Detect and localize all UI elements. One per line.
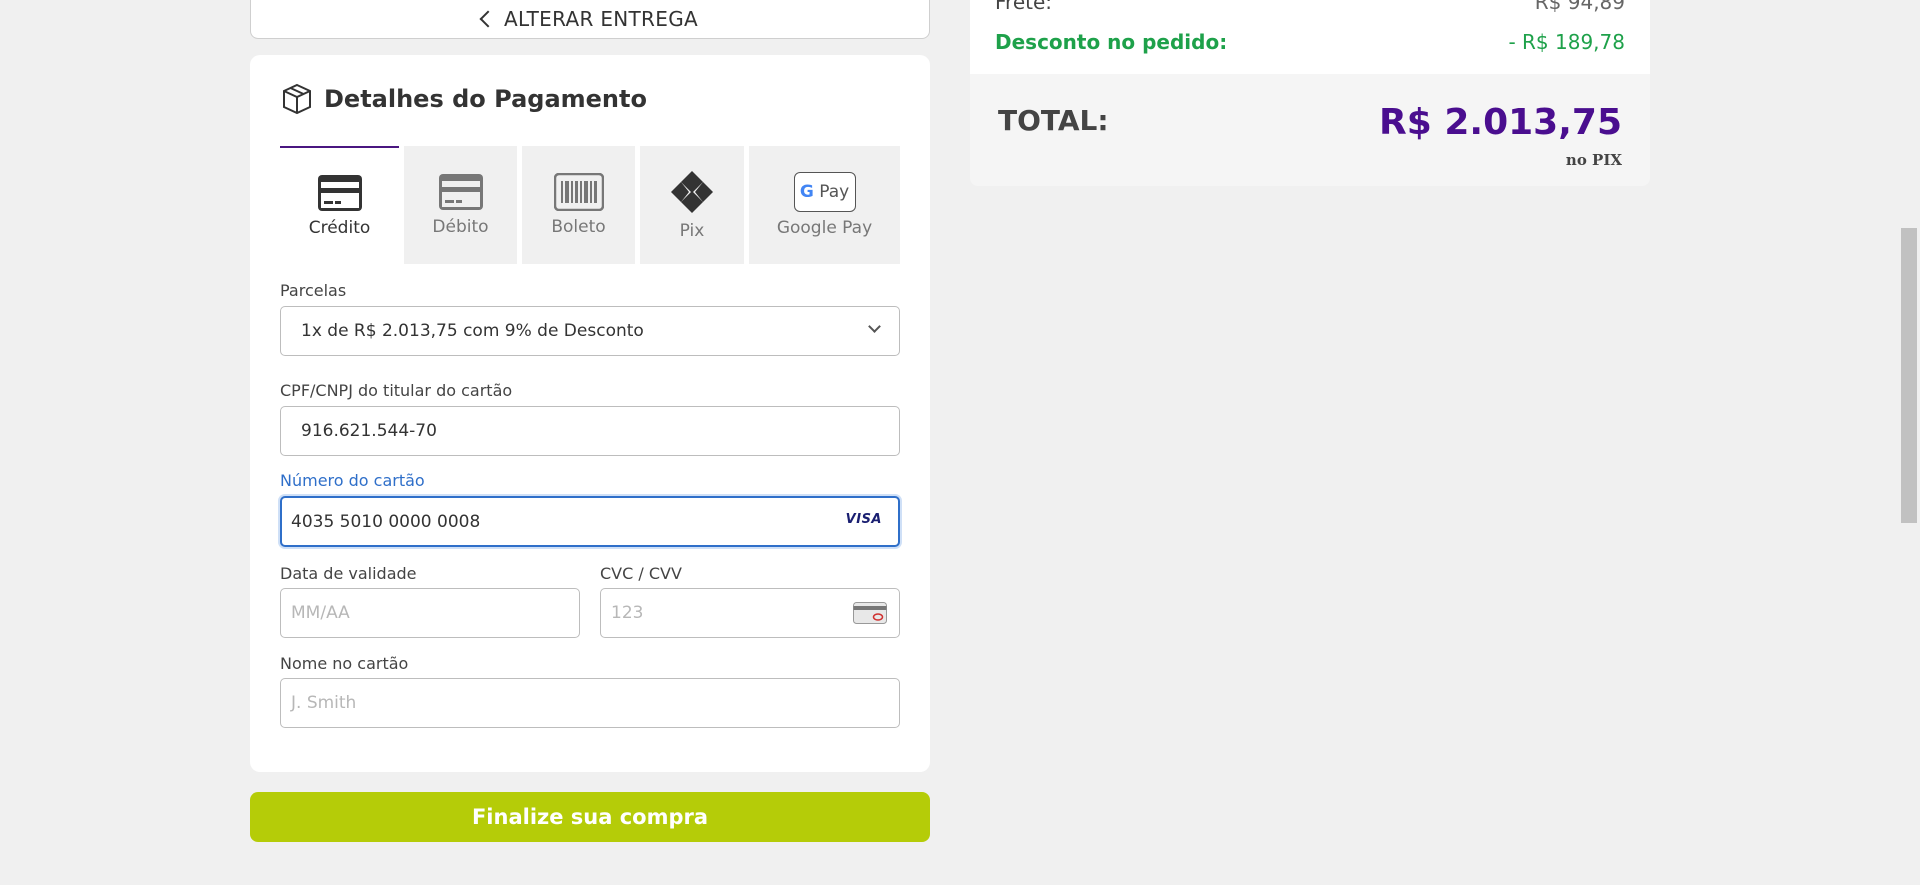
barcode-icon — [553, 173, 604, 211]
card-number-value: 4035 5010 0000 0008 — [291, 511, 481, 532]
payment-title-text: Detalhes do Pagamento — [324, 85, 647, 113]
expiry-field[interactable]: MM/AA — [280, 588, 580, 638]
google-pay-icon: G Pay — [793, 172, 856, 212]
total-sub: no PIX — [1565, 151, 1622, 169]
chevron-down-icon — [868, 320, 881, 333]
tab-boleto[interactable]: Boleto — [522, 146, 635, 264]
tab-google-pay[interactable]: G Pay Google Pay — [749, 146, 900, 264]
shipping-label: Frete: — [995, 0, 1053, 14]
total-label: TOTAL: — [998, 104, 1109, 137]
installments-label: Parcelas — [280, 281, 347, 300]
shipping-value: R$ 94,89 — [1534, 0, 1625, 14]
card-number-label: Número do cartão — [280, 471, 425, 490]
tab-pix[interactable]: Pix — [640, 146, 744, 264]
cvc-label: CVC / CVV — [600, 564, 682, 583]
tab-debito[interactable]: Débito — [404, 146, 517, 264]
alter-delivery-button[interactable]: ALTERAR ENTREGA — [250, 0, 930, 39]
debit-card-icon — [438, 174, 483, 210]
credit-card-icon — [317, 175, 362, 211]
pix-icon — [671, 171, 713, 213]
tab-credito-label: Crédito — [308, 218, 371, 238]
cvc-card-icon — [853, 602, 887, 624]
payment-details-card: Detalhes do Pagamento Crédito Débito Bol… — [250, 55, 930, 772]
tab-credito[interactable]: Crédito — [280, 146, 399, 264]
tab-google-pay-label: Google Pay — [776, 218, 873, 238]
cvc-field[interactable]: 123 — [600, 588, 900, 638]
scrollbar[interactable] — [1898, 0, 1920, 885]
cpf-value: 916.621.544-70 — [301, 421, 437, 441]
order-summary: Frete: R$ 94,89 Desconto no pedido: - R$… — [970, 0, 1650, 74]
finalize-purchase-button[interactable]: Finalize sua compra — [250, 792, 930, 842]
payment-title: Detalhes do Pagamento — [280, 82, 647, 116]
shipping-row: Frete: R$ 94,89 — [995, 0, 1625, 14]
discount-row: Desconto no pedido: - R$ 189,78 — [995, 30, 1625, 54]
payment-method-tabs: Crédito Débito Boleto Pix G Pay Google P… — [280, 146, 900, 264]
package-icon — [283, 83, 311, 115]
cvc-placeholder: 123 — [611, 603, 644, 623]
discount-value: - R$ 189,78 — [1508, 30, 1625, 54]
scrollbar-thumb[interactable] — [1901, 228, 1917, 523]
cpf-label: CPF/CNPJ do titular do cartão — [280, 381, 513, 400]
installments-value: 1x de R$ 2.013,75 com 9% de Desconto — [301, 321, 644, 341]
total-box: TOTAL: R$ 2.013,75 no PIX — [970, 74, 1650, 186]
tab-boleto-label: Boleto — [551, 217, 606, 237]
total-value: R$ 2.013,75 — [1379, 102, 1622, 143]
card-number-field[interactable]: 4035 5010 0000 0008 VISA — [280, 496, 900, 547]
discount-label: Desconto no pedido: — [995, 30, 1228, 54]
card-name-placeholder: J. Smith — [291, 693, 357, 713]
card-name-field[interactable]: J. Smith — [280, 678, 900, 728]
tab-pix-label: Pix — [679, 221, 705, 241]
visa-icon: VISA — [845, 512, 882, 527]
chevron-left-icon — [479, 10, 497, 27]
tab-debito-label: Débito — [432, 217, 489, 237]
cpf-field[interactable]: 916.621.544-70 — [280, 406, 900, 456]
card-name-label: Nome no cartão — [280, 654, 409, 673]
alter-delivery-label: ALTERAR ENTREGA — [504, 6, 698, 31]
installments-select[interactable]: 1x de R$ 2.013,75 com 9% de Desconto — [280, 306, 900, 356]
expiry-label: Data de validade — [280, 564, 417, 583]
expiry-placeholder: MM/AA — [291, 603, 350, 623]
